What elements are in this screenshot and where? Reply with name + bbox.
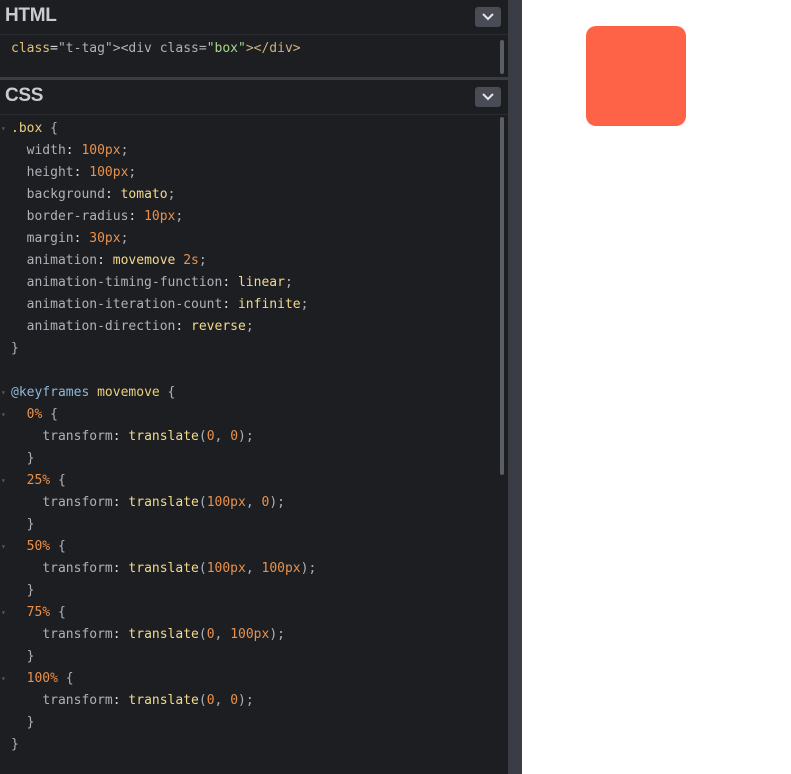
fold-arrow-icon[interactable]: ▾: [1, 602, 6, 624]
resize-divider[interactable]: [508, 0, 522, 774]
css-code-line: }: [11, 451, 35, 466]
css-code-line: ▾ @keyframes movemove {: [0, 382, 495, 404]
css-code-line: border-radius: 10px;: [26, 209, 184, 224]
css-code-line: ▾ 25% {: [0, 470, 495, 492]
css-code-line: [0, 360, 495, 382]
css-collapse-button[interactable]: [475, 87, 501, 107]
html-collapse-button[interactable]: [475, 7, 501, 27]
css-code-line: background: tomato;: [26, 187, 176, 202]
css-code-line: transform: translate(0, 0);: [42, 429, 254, 444]
chevron-down-icon: [482, 13, 494, 21]
css-code-line: ▾ 0% {: [0, 404, 495, 426]
chevron-down-icon: [482, 93, 494, 101]
css-code-line: animation-timing-function: linear;: [26, 275, 293, 290]
css-code-line: margin: 30px;: [26, 231, 129, 246]
fold-arrow-icon[interactable]: ▾: [1, 470, 6, 492]
html-panel-title: HTML: [5, 5, 57, 26]
css-code-line: transform: translate(100px, 100px);: [42, 561, 317, 576]
css-panel-title: CSS: [5, 85, 44, 106]
css-scrollbar[interactable]: [500, 117, 504, 475]
html-scrollbar[interactable]: [500, 40, 504, 74]
css-code-line: height: 100px;: [26, 165, 137, 180]
css-code-line: ▾ 75% {: [0, 602, 495, 624]
html-code-line: class="t-tag"><div class="box"></div>: [11, 41, 301, 56]
animated-box: [586, 26, 686, 126]
css-code-line: width: 100px;: [26, 143, 129, 158]
html-code-area[interactable]: class="t-tag"><div class="box"></div>: [0, 38, 301, 60]
css-code-line: transform: translate(0, 100px);: [42, 627, 285, 642]
css-code-line: }: [11, 649, 35, 664]
html-panel-header: HTML: [0, 0, 508, 35]
fold-arrow-icon[interactable]: ▾: [1, 536, 6, 558]
css-code-line: }: [11, 583, 35, 598]
fold-arrow-icon[interactable]: ▾: [1, 668, 6, 690]
css-code-line: }: [11, 715, 35, 730]
result-preview: [522, 0, 791, 774]
css-code-line: }: [11, 737, 19, 752]
css-code-line: transform: translate(0, 0);: [42, 693, 254, 708]
fold-arrow-icon[interactable]: ▾: [1, 118, 6, 140]
css-code-line: ▾ .box {: [0, 118, 495, 140]
fold-arrow-icon[interactable]: ▾: [1, 382, 6, 404]
css-code-line: }: [11, 517, 35, 532]
fold-arrow-icon[interactable]: ▾: [1, 404, 6, 426]
css-code-line: animation-iteration-count: infinite;: [26, 297, 309, 312]
css-code-area[interactable]: ▾ .box { width: 100px; height: 100px; bac…: [0, 118, 495, 756]
css-code-line: }: [11, 341, 19, 356]
css-code-line: ▾ 50% {: [0, 536, 495, 558]
css-code-line: animation: movemove 2s;: [26, 253, 207, 268]
css-code-line: animation-direction: reverse;: [26, 319, 254, 334]
css-code-line: transform: translate(100px, 0);: [42, 495, 285, 510]
code-editor: HTML class="t-tag"><div class="box"></di…: [0, 0, 508, 774]
css-code-line: ▾ 100% {: [0, 668, 495, 690]
css-panel-header: CSS: [0, 80, 508, 115]
